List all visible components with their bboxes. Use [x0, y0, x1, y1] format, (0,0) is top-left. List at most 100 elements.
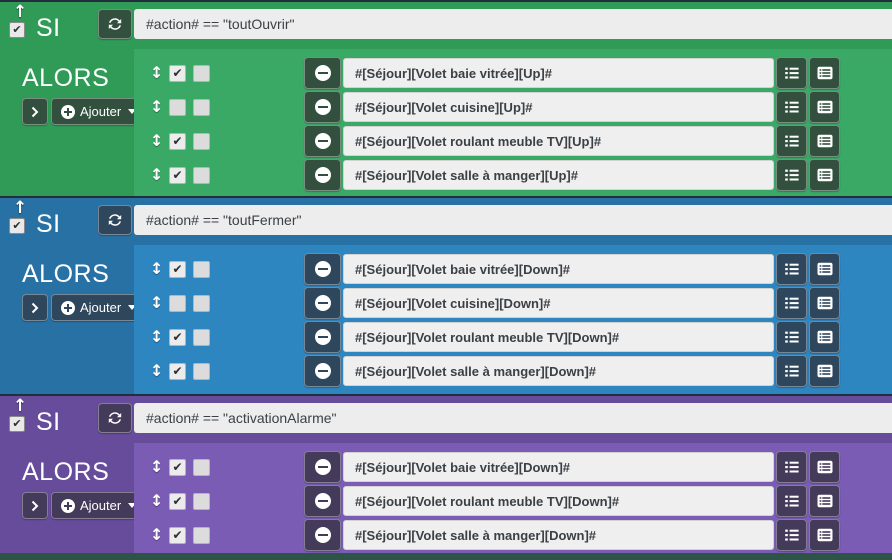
action-enabled-checkbox[interactable]: [169, 294, 186, 312]
action-enabled-checkbox[interactable]: ✔: [169, 260, 186, 278]
si-label: SI: [36, 210, 61, 238]
add-action-button[interactable]: Ajouter: [51, 98, 147, 125]
add-action-button[interactable]: Ajouter: [51, 492, 147, 519]
equipment-select-button[interactable]: [809, 125, 840, 157]
equipment-select-button[interactable]: [809, 519, 840, 551]
action-command-input[interactable]: [343, 160, 774, 190]
equipment-select-button[interactable]: [809, 287, 840, 319]
command-list-button[interactable]: [776, 57, 807, 89]
action-secondary-checkbox[interactable]: [193, 166, 210, 184]
action-enabled-checkbox[interactable]: ✔: [169, 458, 186, 476]
command-list-button[interactable]: [776, 485, 807, 517]
action-command-input[interactable]: [343, 92, 774, 122]
action-row: ↕ ✔: [134, 519, 892, 551]
equipment-select-button[interactable]: [809, 451, 840, 483]
list-alt-icon: [817, 100, 832, 114]
remove-action-button[interactable]: [304, 253, 341, 285]
action-enabled-checkbox[interactable]: ✔: [169, 526, 186, 544]
remove-action-button[interactable]: [304, 159, 341, 191]
remove-action-button[interactable]: [304, 57, 341, 89]
action-secondary-checkbox[interactable]: [193, 458, 210, 476]
action-command-input[interactable]: [343, 486, 774, 516]
refresh-condition-button[interactable]: [98, 403, 132, 433]
equipment-select-button[interactable]: [809, 321, 840, 353]
action-command-input[interactable]: [343, 322, 774, 352]
remove-action-button[interactable]: [304, 287, 341, 319]
command-list-button[interactable]: [776, 125, 807, 157]
refresh-condition-button[interactable]: [98, 9, 132, 39]
remove-action-button[interactable]: [304, 91, 341, 123]
action-enabled-checkbox[interactable]: ✔: [169, 492, 186, 510]
remove-action-button[interactable]: [304, 451, 341, 483]
block-enable-checkbox[interactable]: ✔: [9, 416, 25, 432]
remove-action-button[interactable]: [304, 321, 341, 353]
row-drag-arrows-icon[interactable]: ↕: [150, 329, 163, 345]
row-drag-arrows-icon[interactable]: ↕: [150, 261, 163, 277]
action-command-input[interactable]: [343, 58, 774, 88]
refresh-condition-button[interactable]: [98, 205, 132, 235]
condition-input[interactable]: [134, 403, 892, 433]
minus-circle-icon: [314, 295, 331, 311]
command-list-button[interactable]: [776, 253, 807, 285]
action-command-input[interactable]: [343, 520, 774, 550]
scenario-block: ↑ ✔ SI ALORS Ajouter ↕ ✔: [0, 2, 892, 196]
collapse-button[interactable]: [22, 492, 48, 519]
action-secondary-checkbox[interactable]: [193, 362, 210, 380]
command-list-button[interactable]: [776, 287, 807, 319]
action-secondary-checkbox[interactable]: [193, 526, 210, 544]
block-drag-handle[interactable]: ↑ ✔: [6, 198, 30, 239]
action-enabled-checkbox[interactable]: ✔: [169, 64, 186, 82]
action-enabled-checkbox[interactable]: ✔: [169, 362, 186, 380]
action-secondary-checkbox[interactable]: [193, 98, 210, 116]
block-drag-handle[interactable]: ↑ ✔: [6, 396, 30, 437]
row-drag-arrows-icon[interactable]: ↕: [150, 459, 163, 475]
action-command-input[interactable]: [343, 452, 774, 482]
command-list-button[interactable]: [776, 451, 807, 483]
equipment-select-button[interactable]: [809, 253, 840, 285]
action-enabled-checkbox[interactable]: ✔: [169, 328, 186, 346]
row-drag-arrows-icon[interactable]: ↕: [150, 527, 163, 543]
remove-action-button[interactable]: [304, 125, 341, 157]
condition-input[interactable]: [134, 205, 892, 235]
row-drag-arrows-icon[interactable]: ↕: [150, 295, 163, 311]
block-enable-checkbox[interactable]: ✔: [9, 22, 25, 38]
action-secondary-checkbox[interactable]: [193, 294, 210, 312]
block-enable-checkbox[interactable]: ✔: [9, 218, 25, 234]
action-command-input[interactable]: [343, 254, 774, 284]
action-secondary-checkbox[interactable]: [193, 492, 210, 510]
action-enabled-checkbox[interactable]: ✔: [169, 166, 186, 184]
action-command-input[interactable]: [343, 288, 774, 318]
equipment-select-button[interactable]: [809, 485, 840, 517]
command-list-button[interactable]: [776, 355, 807, 387]
command-list-button[interactable]: [776, 91, 807, 123]
equipment-select-button[interactable]: [809, 355, 840, 387]
action-secondary-checkbox[interactable]: [193, 132, 210, 150]
action-secondary-checkbox[interactable]: [193, 64, 210, 82]
add-action-button[interactable]: Ajouter: [51, 294, 147, 321]
action-secondary-checkbox[interactable]: [193, 328, 210, 346]
row-drag-arrows-icon[interactable]: ↕: [150, 363, 163, 379]
row-drag-arrows-icon[interactable]: ↕: [150, 167, 163, 183]
equipment-select-button[interactable]: [809, 57, 840, 89]
row-drag-arrows-icon[interactable]: ↕: [150, 493, 163, 509]
action-command-input[interactable]: [343, 126, 774, 156]
command-list-button[interactable]: [776, 159, 807, 191]
command-list-button[interactable]: [776, 519, 807, 551]
action-enabled-checkbox[interactable]: ✔: [169, 132, 186, 150]
remove-action-button[interactable]: [304, 355, 341, 387]
condition-input[interactable]: [134, 9, 892, 39]
remove-action-button[interactable]: [304, 519, 341, 551]
command-list-button[interactable]: [776, 321, 807, 353]
row-drag-arrows-icon[interactable]: ↕: [150, 133, 163, 149]
action-secondary-checkbox[interactable]: [193, 260, 210, 278]
collapse-button[interactable]: [22, 294, 48, 321]
row-drag-arrows-icon[interactable]: ↕: [150, 99, 163, 115]
block-drag-handle[interactable]: ↑ ✔: [6, 2, 30, 43]
collapse-button[interactable]: [22, 98, 48, 125]
action-enabled-checkbox[interactable]: [169, 98, 186, 116]
equipment-select-button[interactable]: [809, 91, 840, 123]
equipment-select-button[interactable]: [809, 159, 840, 191]
row-drag-arrows-icon[interactable]: ↕: [150, 65, 163, 81]
remove-action-button[interactable]: [304, 485, 341, 517]
action-command-input[interactable]: [343, 356, 774, 386]
